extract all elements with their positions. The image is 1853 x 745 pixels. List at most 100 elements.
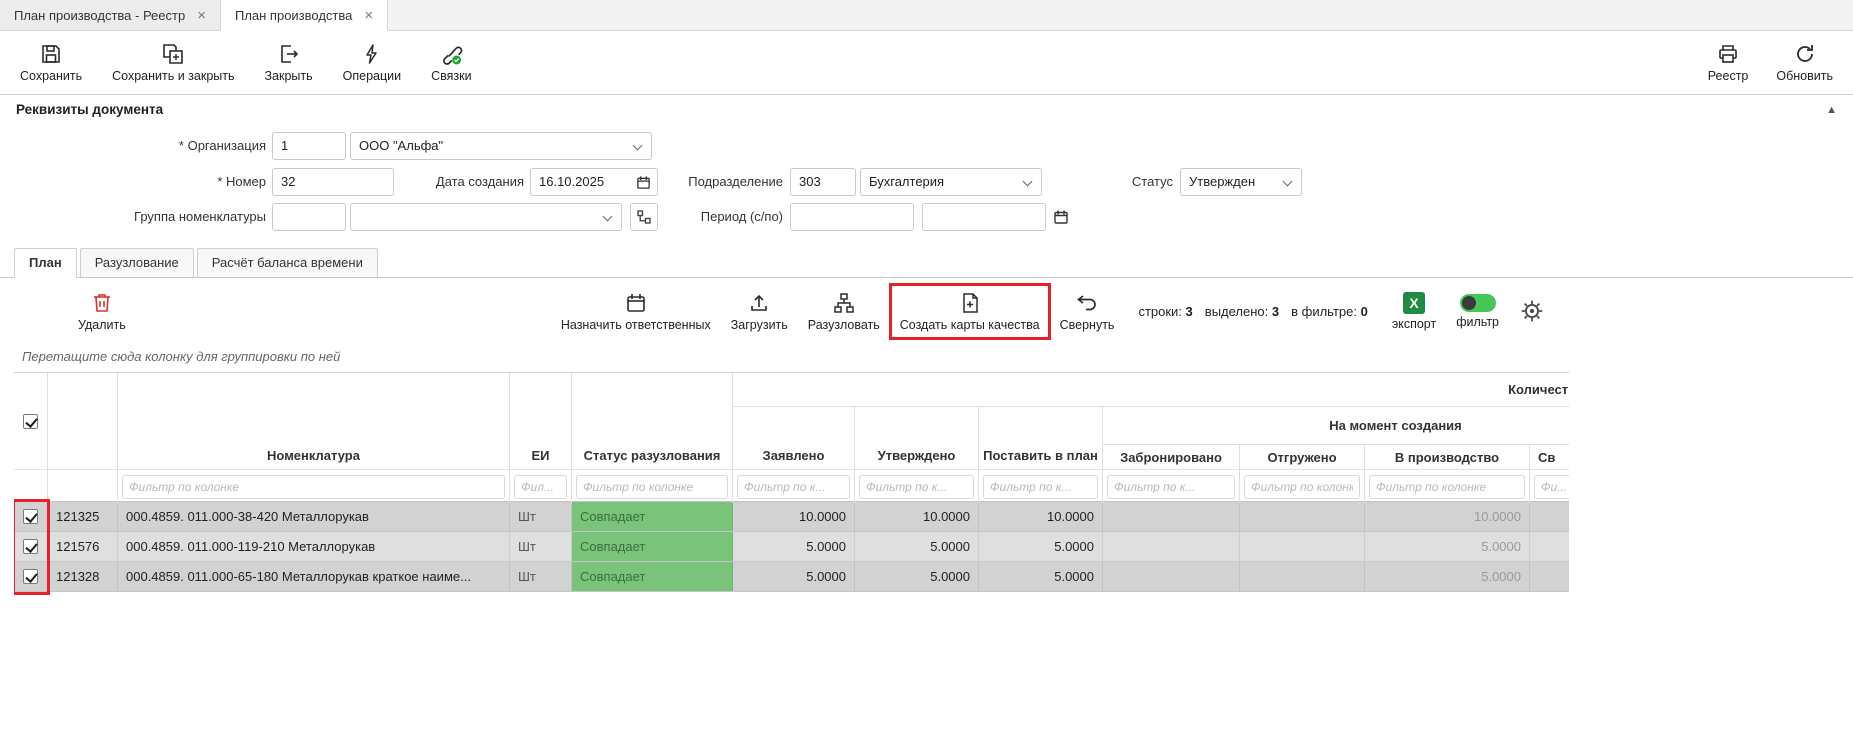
cell-in-production: 5.0000 <box>1365 562 1530 591</box>
links-button[interactable]: Связки <box>431 42 471 83</box>
select-all-checkbox[interactable] <box>23 414 38 429</box>
operations-label: Операции <box>343 69 401 83</box>
window-tab-plan[interactable]: План производства × <box>221 0 388 31</box>
filter-status-cell <box>572 470 733 503</box>
cell-id: 121576 <box>48 532 118 561</box>
organization-value: ООО "Альфа" <box>359 138 443 153</box>
grid-toolbar: Удалить Назначить ответственных Загрузит… <box>14 278 1569 344</box>
cell-to-plan: 10.0000 <box>979 502 1103 531</box>
table-row[interactable]: 121328 000.4859. 011.000-65-180 Металлор… <box>14 562 1569 592</box>
nomenclature-group-code-field[interactable] <box>272 203 346 231</box>
section-title: Реквизиты документа <box>16 102 163 117</box>
close-button[interactable]: Закрыть <box>265 42 313 83</box>
main-toolbar: Сохранить Сохранить и закрыть Закрыть <box>0 31 1853 94</box>
delete-button[interactable]: Удалить <box>78 291 126 332</box>
filter-ei-cell <box>510 470 572 503</box>
tab-plan[interactable]: План <box>14 248 77 278</box>
nomenclature-group-label: Группа номенклатуры <box>0 203 266 231</box>
close-icon[interactable]: × <box>197 8 206 23</box>
header-in-production[interactable]: В производство <box>1365 445 1530 470</box>
period-label: Период (с/по) <box>700 203 783 231</box>
header-group-quantity: Количество <box>733 373 1569 407</box>
filter-checkbox-cell <box>14 470 48 503</box>
assign-calendar-icon <box>624 291 648 315</box>
refresh-button[interactable]: Обновить <box>1776 42 1833 83</box>
toggle-on-icon[interactable] <box>1460 294 1496 312</box>
filter-reserved-input[interactable] <box>1107 475 1235 499</box>
header-reserved[interactable]: Забронировано <box>1103 445 1240 470</box>
links-label: Связки <box>431 69 471 83</box>
cell-ei: Шт <box>510 562 572 591</box>
row-checkbox[interactable] <box>23 569 38 584</box>
filter-to-plan-input[interactable] <box>983 475 1098 499</box>
filter-label: фильтр <box>1456 315 1499 329</box>
filter-declared-cell <box>733 470 855 503</box>
filter-shipped-input[interactable] <box>1244 475 1360 499</box>
assign-responsible-button[interactable]: Назначить ответственных <box>561 291 711 332</box>
row-checkbox[interactable] <box>23 539 38 554</box>
filter-in-production-input[interactable] <box>1369 475 1525 499</box>
cell-ei: Шт <box>510 502 572 531</box>
grid-settings-button[interactable] <box>1519 298 1545 324</box>
creation-date-field[interactable]: 16.10.2025 <box>530 168 658 196</box>
tab-explode[interactable]: Разузлование <box>80 248 194 277</box>
cell-to-plan: 5.0000 <box>979 562 1103 591</box>
registry-icon <box>1716 42 1740 66</box>
header-declared[interactable]: Заявлено <box>733 407 855 470</box>
collapse-button[interactable]: Свернуть <box>1060 291 1115 332</box>
filter-id-cell <box>48 470 118 503</box>
cell-explode-status: Совпадает <box>572 562 733 591</box>
filter-status-input[interactable] <box>576 475 728 499</box>
organization-select[interactable]: ООО "Альфа" <box>350 132 652 160</box>
group-panel[interactable]: Перетащите сюда колонку для группировки … <box>14 344 1569 372</box>
header-explode-status[interactable]: Статус разузлования <box>572 373 733 470</box>
period-from-field[interactable] <box>790 203 914 231</box>
status-select[interactable]: Утвержден <box>1180 168 1302 196</box>
row-checkbox[interactable] <box>23 509 38 524</box>
department-code-field[interactable]: 303 <box>790 168 856 196</box>
refresh-icon <box>1793 42 1817 66</box>
cell-in-production: 5.0000 <box>1365 532 1530 561</box>
header-to-plan[interactable]: Поставить в план <box>979 407 1103 470</box>
filter-approved-cell <box>855 470 979 503</box>
window-tab-label: План производства - Реестр <box>14 8 185 23</box>
close-icon[interactable]: × <box>364 8 373 23</box>
department-select[interactable]: Бухгалтерия <box>860 168 1042 196</box>
nomenclature-tree-button[interactable] <box>630 203 658 231</box>
number-field[interactable]: 32 <box>272 168 394 196</box>
save-and-close-button[interactable]: Сохранить и закрыть <box>112 42 234 83</box>
export-button[interactable]: X экспорт <box>1392 292 1436 331</box>
explode-button[interactable]: Разузловать <box>808 291 880 332</box>
filter-toggle-button[interactable]: фильтр <box>1456 294 1499 329</box>
save-button[interactable]: Сохранить <box>20 42 82 83</box>
header-ei[interactable]: ЕИ <box>510 373 572 470</box>
tab-time-balance[interactable]: Расчёт баланса времени <box>197 248 378 277</box>
filter-in-production-cell <box>1365 470 1530 503</box>
create-quality-cards-button[interactable]: Создать карты качества <box>900 291 1040 332</box>
load-button[interactable]: Загрузить <box>731 291 788 332</box>
header-nomenclature[interactable]: Номенклатура <box>118 373 510 470</box>
organization-code-field[interactable]: 1 <box>272 132 346 160</box>
table-row[interactable]: 121576 000.4859. 011.000-119-210 Металло… <box>14 532 1569 562</box>
table-row[interactable]: 121325 000.4859. 011.000-38-420 Металлор… <box>14 502 1569 532</box>
export-label: экспорт <box>1392 317 1436 331</box>
cell-reserved <box>1103 502 1240 531</box>
header-id-cell <box>48 373 118 470</box>
filter-declared-input[interactable] <box>737 475 850 499</box>
load-label: Загрузить <box>731 318 788 332</box>
header-last-column[interactable]: Св <box>1530 445 1569 470</box>
period-to-field[interactable] <box>922 203 1046 231</box>
window-tab-registry[interactable]: План производства - Реестр × <box>0 0 221 30</box>
collapse-section-icon[interactable]: ▲ <box>1826 104 1837 116</box>
header-shipped[interactable]: Отгружено <box>1240 445 1365 470</box>
header-approved[interactable]: Утверждено <box>855 407 979 470</box>
operations-button[interactable]: Операции <box>343 42 401 83</box>
filter-nomenclature-input[interactable] <box>122 475 505 499</box>
registry-button[interactable]: Реестр <box>1708 42 1749 83</box>
filter-ei-input[interactable] <box>514 475 567 499</box>
filter-last-input[interactable] <box>1534 475 1569 499</box>
filter-approved-input[interactable] <box>859 475 974 499</box>
period-calendar-icon[interactable] <box>1053 209 1069 225</box>
nomenclature-group-select[interactable] <box>350 203 622 231</box>
upload-icon <box>747 291 771 315</box>
